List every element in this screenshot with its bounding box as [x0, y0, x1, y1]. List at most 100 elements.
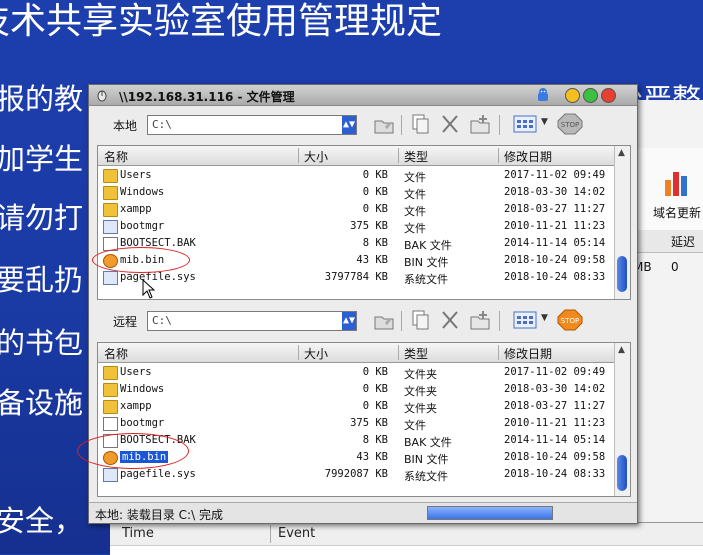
status-text: 本地: 装载目录 C:\ 完成: [95, 508, 223, 522]
file-row[interactable]: Users 0 KB 文件 2017-11-02 09:49: [98, 167, 614, 184]
log-window: Time Event: [110, 522, 703, 555]
file-date: 2017-11-02 09:49: [504, 169, 606, 181]
file-size: 43 KB: [356, 254, 388, 266]
view-dropdown-icon[interactable]: ▼: [541, 117, 548, 127]
remote-scroll-thumb[interactable]: [617, 455, 627, 491]
file-date: 2018-10-24 09:58: [504, 451, 606, 463]
file-type: 系统文件: [404, 273, 448, 286]
file-date: 2014-11-14 05:14: [504, 237, 606, 249]
window-title: \\192.168.31.116 - 文件管理: [119, 90, 295, 104]
col-date[interactable]: 修改日期: [504, 345, 552, 362]
copy-icon[interactable]: [409, 113, 431, 135]
file-date: 2018-03-30 14:02: [504, 383, 606, 395]
file-type: BIN 文件: [404, 256, 449, 269]
file-row[interactable]: BOOTSECT.BAK 8 KB BAK 文件 2014-11-14 05:14: [98, 235, 614, 252]
file-type: 文件夹: [404, 385, 437, 398]
bar-chart-icon[interactable]: [661, 166, 693, 198]
system-file-icon: [103, 220, 118, 234]
maximize-button[interactable]: [583, 88, 598, 103]
local-list-header: 名称 大小 类型 修改日期: [98, 146, 614, 166]
file-row[interactable]: pagefile.sys 3797784 KB 系统文件 2018-10-24 08:…: [98, 269, 614, 286]
slide-line: 请勿打: [0, 201, 84, 235]
file-row[interactable]: bootmgr 375 KB 文件 2010-11-21 11:23: [98, 218, 614, 235]
col-date[interactable]: 修改日期: [504, 148, 552, 165]
folder-icon: [103, 169, 118, 183]
cut-icon[interactable]: [439, 113, 461, 135]
system-file-icon: [103, 271, 118, 285]
slide-line: 备设施: [0, 386, 84, 420]
cut-icon[interactable]: [439, 309, 461, 331]
local-scrollbar[interactable]: ▲: [614, 146, 630, 299]
stop-icon-active[interactable]: STOP: [557, 309, 583, 331]
file-size: 3797784 KB: [324, 271, 388, 283]
file-row[interactable]: Windows 0 KB 文件夹 2018-03-30 14:02: [98, 381, 614, 398]
progress-bar: [427, 506, 553, 520]
mouse-app-icon: [97, 90, 107, 102]
copy-icon[interactable]: [409, 309, 431, 331]
system-file-icon: [103, 468, 118, 482]
file-name: Windows: [120, 186, 165, 198]
slide-line: 的书包: [0, 326, 84, 360]
minimize-button[interactable]: [565, 88, 580, 103]
file-date: 2010-11-21 11:23: [504, 220, 606, 232]
file-type: 文件: [404, 419, 426, 432]
file-type: 文件: [404, 188, 426, 201]
chevron-down-icon[interactable]: ▲▼: [342, 312, 356, 330]
file-date: 2018-03-30 14:02: [504, 186, 606, 198]
slide-line: 要乱扔: [0, 263, 84, 297]
remote-path-value: C:\: [152, 314, 172, 327]
chevron-down-icon[interactable]: ▲▼: [342, 116, 356, 134]
local-file-list: 名称 大小 类型 修改日期 Users 0 KB 文件 2017-11-02 09:4…: [97, 145, 631, 300]
file-size: 0 KB: [362, 400, 388, 412]
view-dropdown-icon[interactable]: ▼: [541, 313, 548, 323]
file-size: 0 KB: [362, 203, 388, 215]
remote-scrollbar[interactable]: ▲: [614, 343, 630, 496]
col-size[interactable]: 大小: [304, 148, 328, 165]
close-button[interactable]: [601, 88, 616, 103]
log-col-time[interactable]: Time: [122, 526, 154, 541]
remote-toolbar: 远程 C:\ ▲▼ ▼ STOP: [93, 305, 633, 339]
col-type[interactable]: 类型: [404, 148, 428, 165]
row-value: 0: [671, 260, 679, 274]
file-row[interactable]: Windows 0 KB 文件 2018-03-30 14:02: [98, 184, 614, 201]
remote-file-list: 名称 大小 类型 修改日期 Users 0 KB 文件夹 2017-11-02 09:…: [97, 342, 631, 497]
file-type: 文件: [404, 171, 426, 184]
col-name[interactable]: 名称: [104, 345, 128, 362]
remote-path-select[interactable]: C:\ ▲▼: [147, 311, 357, 331]
folder-up-icon[interactable]: [373, 113, 395, 135]
folder-up-icon[interactable]: [373, 309, 395, 331]
android-icon[interactable]: [535, 87, 551, 103]
remote-list-header: 名称 大小 类型 修改日期: [98, 343, 614, 363]
folder-icon: [103, 203, 118, 217]
file-row[interactable]: pagefile.sys 7992087 KB 系统文件 2018-10-24 08:…: [98, 466, 614, 483]
local-toolbar: 本地 C:\ ▲▼ ▼ STOP: [93, 109, 633, 143]
file-size: 8 KB: [362, 434, 388, 446]
title-bar[interactable]: \\192.168.31.116 - 文件管理: [89, 85, 637, 106]
file-date: 2018-10-24 08:33: [504, 271, 606, 283]
annotation-ellipse: [92, 247, 190, 273]
file-row[interactable]: Users 0 KB 文件夹 2017-11-02 09:49: [98, 364, 614, 381]
log-col-event[interactable]: Event: [278, 526, 315, 541]
col-name[interactable]: 名称: [104, 148, 128, 165]
column-header-delay[interactable]: 延迟: [671, 233, 695, 250]
file-type: 文件夹: [404, 368, 437, 381]
view-mode-icon[interactable]: [513, 309, 537, 331]
stop-icon[interactable]: STOP: [557, 113, 583, 135]
local-scroll-thumb[interactable]: [617, 256, 627, 292]
col-size[interactable]: 大小: [304, 345, 328, 362]
file-name: Users: [120, 366, 152, 378]
domain-update-label[interactable]: 域名更新: [653, 204, 701, 221]
new-folder-icon[interactable]: [469, 113, 491, 135]
col-type[interactable]: 类型: [404, 345, 428, 362]
local-path-select[interactable]: C:\ ▲▼: [147, 115, 357, 135]
file-date: 2014-11-14 05:14: [504, 434, 606, 446]
file-row[interactable]: xampp 0 KB 文件 2018-03-27 11:27: [98, 201, 614, 218]
file-row[interactable]: xampp 0 KB 文件夹 2018-03-27 11:27: [98, 398, 614, 415]
file-name: xampp: [120, 203, 152, 215]
file-type: BAK 文件: [404, 436, 452, 449]
local-path-value: C:\: [152, 118, 172, 131]
file-row[interactable]: bootmgr 375 KB 文件 2010-11-21 11:23: [98, 415, 614, 432]
view-mode-icon[interactable]: [513, 113, 537, 135]
file-size: 375 KB: [350, 220, 388, 232]
new-folder-icon[interactable]: [469, 309, 491, 331]
